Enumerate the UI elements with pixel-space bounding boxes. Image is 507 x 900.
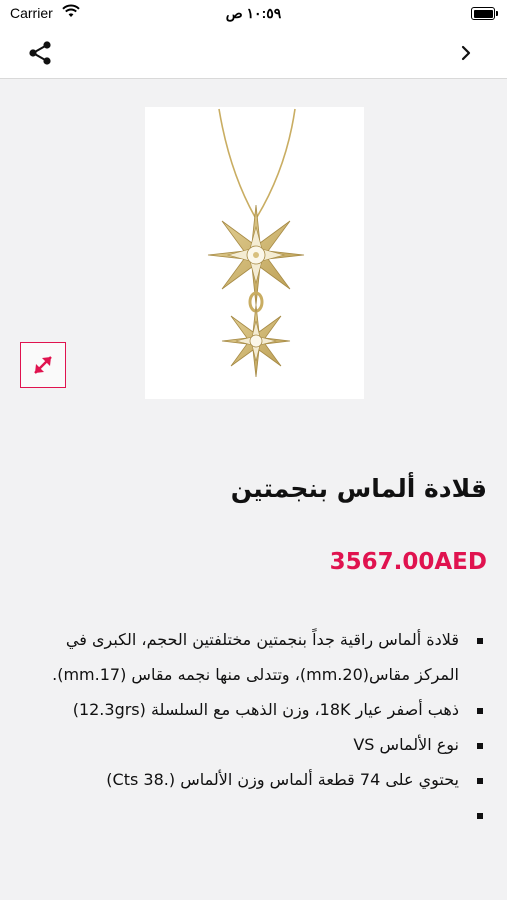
- description-item: قلادة ألماس راقية جداً بنجمتين مختلفتين …: [37, 622, 483, 692]
- battery-icon: [471, 7, 498, 20]
- chevron-right-icon: [461, 45, 471, 61]
- product-price: 3567.00AED: [329, 549, 487, 575]
- expand-image-button[interactable]: [20, 342, 66, 388]
- navigation-bar: [0, 30, 507, 79]
- description-item: ذهب أصفر عيار 18K، وزن الذهب مع السلسلة …: [37, 692, 483, 727]
- share-button[interactable]: [26, 39, 54, 67]
- status-bar: Carrier ١٠:٥٩ ص: [0, 0, 507, 30]
- product-description: قلادة ألماس راقية جداً بنجمتين مختلفتين …: [37, 622, 487, 832]
- star-pendant-necklace-icon: [207, 108, 305, 378]
- description-item: [37, 797, 483, 832]
- product-image[interactable]: [145, 107, 364, 399]
- share-icon: [29, 41, 51, 65]
- status-time: ١٠:٥٩ ص: [225, 5, 282, 21]
- expand-icon: [34, 356, 52, 374]
- back-button[interactable]: [459, 43, 473, 63]
- description-item: نوع الألماس VS: [37, 727, 483, 762]
- product-title: قلادة ألماس بنجمتين: [230, 474, 487, 503]
- description-item: يحتوي على 74 قطعة ألماس وزن الألماس (.38…: [37, 762, 483, 797]
